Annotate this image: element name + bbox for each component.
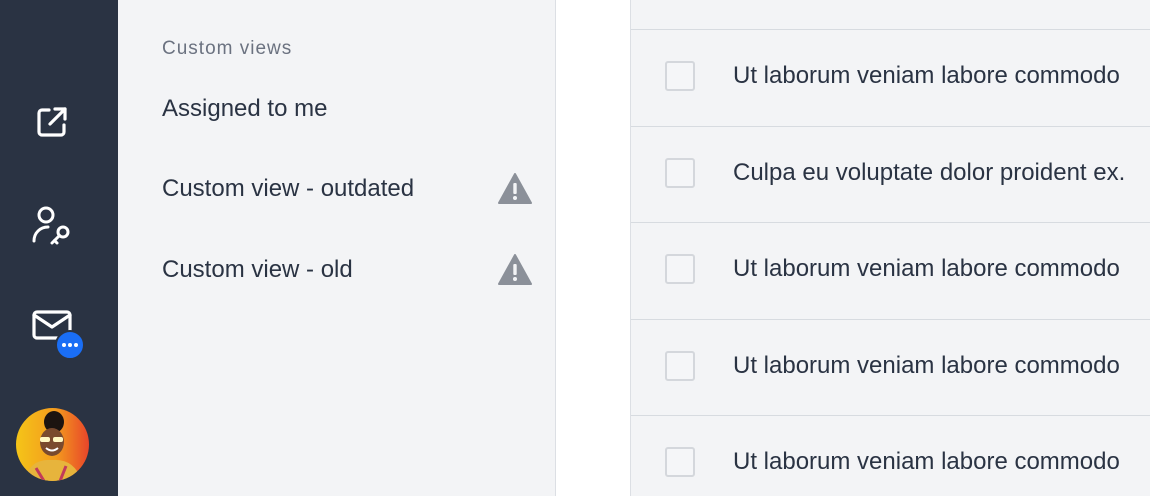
list-item[interactable]: Ut laborum veniam labore commodo	[631, 222, 1150, 318]
external-link-icon[interactable]	[29, 99, 75, 145]
row-text: Ut laborum veniam labore commodo	[733, 352, 1120, 379]
row-checkbox[interactable]	[665, 351, 695, 381]
row-text: Ut laborum veniam labore commodo	[733, 448, 1120, 475]
row-checkbox[interactable]	[665, 61, 695, 91]
view-item-assigned-to-me[interactable]: Assigned to me	[162, 89, 522, 129]
conversation-list: Ut laborum veniam labore commodo Culpa e…	[630, 0, 1150, 496]
view-item-label: Custom view - outdated	[162, 175, 415, 202]
warning-icon	[498, 254, 532, 285]
warning-icon	[498, 173, 532, 204]
list-item[interactable]: Ut laborum veniam labore commodo	[631, 29, 1150, 125]
custom-views-panel: Custom views Assigned to me Custom view …	[118, 0, 556, 496]
nav-rail	[0, 0, 118, 496]
user-key-icon[interactable]	[29, 202, 75, 248]
section-title: Custom views	[162, 38, 293, 59]
avatar[interactable]	[16, 408, 89, 481]
view-item-custom-view-old[interactable]: Custom view - old	[162, 250, 532, 290]
view-item-custom-view-outdated[interactable]: Custom view - outdated	[162, 169, 532, 209]
row-checkbox[interactable]	[665, 254, 695, 284]
notification-badge	[55, 330, 85, 360]
row-text: Ut laborum veniam labore commodo	[733, 255, 1120, 282]
list-item[interactable]: Culpa eu voluptate dolor proident ex.	[631, 126, 1150, 222]
list-item[interactable]: Ut laborum veniam labore commodo	[631, 415, 1150, 496]
panel-gap	[556, 0, 630, 496]
view-item-label: Assigned to me	[162, 95, 328, 122]
row-text: Culpa eu voluptate dolor proident ex.	[733, 159, 1126, 186]
row-text: Ut laborum veniam labore commodo	[733, 62, 1120, 89]
view-item-label: Custom view - old	[162, 256, 353, 283]
row-checkbox[interactable]	[665, 447, 695, 477]
row-checkbox[interactable]	[665, 158, 695, 188]
list-item[interactable]: Ut laborum veniam labore commodo	[631, 319, 1150, 415]
